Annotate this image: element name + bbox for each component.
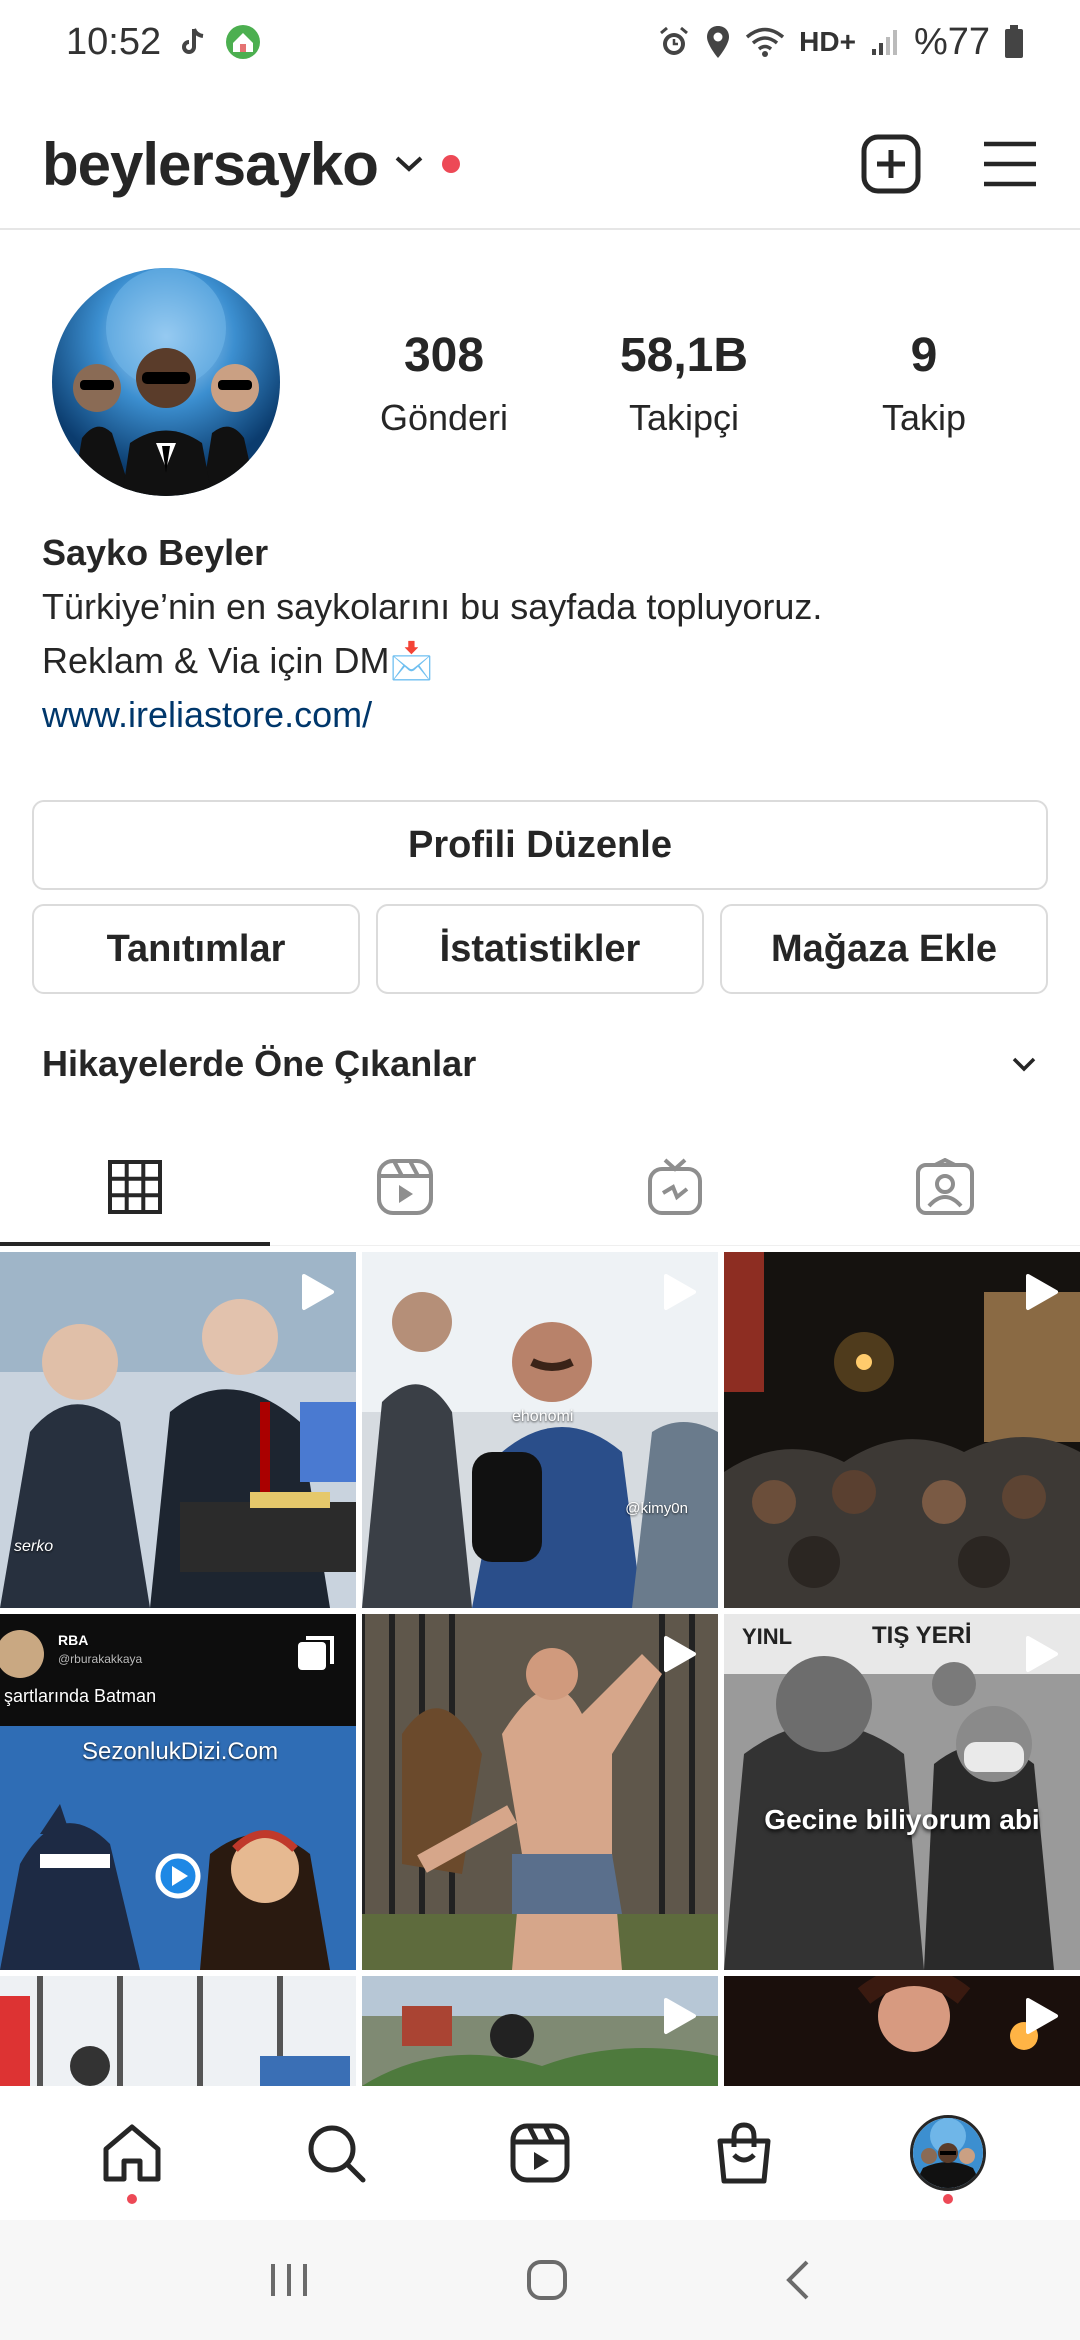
post-sign-text: TIŞ YERİ	[872, 1622, 972, 1649]
chevron-down-icon[interactable]	[394, 154, 424, 174]
grid-post[interactable]	[724, 1976, 1080, 2086]
reel-play-icon	[1026, 1998, 1058, 2034]
bio-line: Türkiye’nin en saykolarını bu sayfada to…	[42, 586, 823, 627]
home-app-icon	[225, 24, 261, 60]
tab-igtv[interactable]	[540, 1128, 810, 1245]
profile-name: Sayko Beyler	[42, 532, 269, 573]
notification-dot	[943, 2194, 953, 2204]
grid-post[interactable]: YINL TIŞ YERİ Gecine biliyorum abi	[724, 1614, 1080, 1970]
profile-avatar[interactable]	[52, 268, 280, 496]
story-highlights-toggle[interactable]: Hikayelerde Öne Çıkanlar	[42, 1036, 1038, 1092]
followers-label: Takipçi	[628, 397, 740, 438]
grid-post[interactable]: RBA @rburakakkaya şartlarında Batman Sez…	[0, 1614, 356, 1970]
grid-icon	[108, 1159, 162, 1214]
posts-grid: serko ehonomi @kimy0n RBA @rburakakkaya …	[0, 1252, 1080, 2086]
search-icon	[308, 2125, 366, 2183]
carousel-icon	[298, 1636, 334, 1670]
nav-shop[interactable]	[699, 2108, 789, 2198]
alarm-icon	[657, 25, 691, 59]
tab-tagged[interactable]	[810, 1128, 1080, 1245]
system-navigation-bar	[0, 2220, 1080, 2340]
stat-posts[interactable]: 308 Gönderi	[344, 328, 544, 439]
nav-reels[interactable]	[495, 2108, 585, 2198]
posts-count: 308	[403, 329, 485, 382]
posts-label: Gönderi	[379, 397, 509, 438]
nav-profile[interactable]	[903, 2108, 993, 2204]
profile-tabs	[0, 1128, 1080, 1246]
signal-icon	[870, 27, 900, 57]
post-caption: şartlarında Batman	[4, 1686, 157, 1706]
bio-line: Reklam & Via için DM📩	[42, 640, 435, 681]
following-label: Takip	[881, 397, 967, 438]
post-watermark: serko	[14, 1538, 54, 1555]
account-notification-dot	[441, 155, 460, 173]
post-sign-text: YINL	[742, 1624, 793, 1649]
grid-post[interactable]	[362, 1976, 718, 2086]
battery-level: %77	[913, 20, 990, 63]
recent-apps-icon[interactable]	[267, 2260, 311, 2300]
tiktok-icon	[179, 27, 207, 57]
wifi-icon	[745, 26, 785, 58]
add-shop-button[interactable]: Mağaza Ekle	[720, 904, 1048, 994]
reel-play-icon	[1026, 1636, 1058, 1672]
reels-icon	[510, 2123, 570, 2183]
post-author: RBA	[58, 1632, 89, 1648]
bottom-navigation	[0, 2086, 1080, 2220]
grid-post[interactable]	[362, 1614, 718, 1970]
profile-website-link[interactable]: www.ireliastore.com/	[42, 688, 1042, 742]
post-caption: SezonlukDizi.Com	[82, 1738, 279, 1765]
grid-post[interactable]	[724, 1252, 1080, 1608]
stat-following[interactable]: 9 Takip	[824, 328, 1024, 439]
nav-search[interactable]	[291, 2108, 381, 2198]
highlights-title: Hikayelerde Öne Çıkanlar	[42, 1043, 477, 1084]
insights-button[interactable]: İstatistikler	[376, 904, 704, 994]
nav-home[interactable]	[87, 2108, 177, 2204]
post-caption: Gecine biliyorum abi	[764, 1804, 1040, 1835]
network-type: HD+	[799, 26, 856, 57]
status-bar: 10:52 HD+ %77	[0, 0, 1080, 84]
reel-play-icon	[302, 1274, 334, 1310]
username-title[interactable]: beylersayko	[42, 130, 379, 199]
home-icon	[103, 2124, 161, 2182]
chevron-down-icon	[1012, 1057, 1036, 1072]
following-count: 9	[910, 329, 938, 382]
promotions-button[interactable]: Tanıtımlar	[32, 904, 360, 994]
profile-header: 308 Gönderi 58,1B Takipçi 9 Takip	[0, 268, 1080, 498]
reel-play-icon	[1026, 1274, 1058, 1310]
reel-play-icon	[664, 1636, 696, 1672]
new-post-icon[interactable]	[860, 133, 922, 195]
reel-play-icon	[664, 1998, 696, 2034]
shopping-bag-icon	[717, 2122, 771, 2184]
location-icon	[705, 25, 731, 59]
reels-icon	[377, 1158, 433, 1215]
post-watermark: @kimy0n	[625, 1500, 688, 1517]
tab-reels[interactable]	[270, 1128, 540, 1245]
profile-bio: Sayko Beyler Türkiye’nin en saykolarını …	[42, 526, 1042, 742]
followers-count: 58,1B	[619, 329, 749, 382]
igtv-icon	[648, 1158, 702, 1215]
battery-icon	[1004, 25, 1024, 59]
menu-icon[interactable]	[982, 140, 1038, 188]
status-time: 10:52	[66, 20, 162, 63]
edit-profile-button[interactable]: Profili Düzenle	[32, 800, 1048, 890]
notification-dot	[127, 2194, 137, 2204]
grid-post[interactable]: serko	[0, 1252, 356, 1608]
grid-post[interactable]: ehonomi @kimy0n	[362, 1252, 718, 1608]
tab-grid[interactable]	[0, 1128, 270, 1246]
stat-followers[interactable]: 58,1B Takipçi	[584, 328, 784, 439]
reel-play-icon	[664, 1274, 696, 1310]
tagged-icon	[916, 1157, 974, 1215]
post-caption: ehonomi	[512, 1408, 574, 1425]
back-icon[interactable]	[783, 2258, 813, 2302]
post-handle: @rburakakkaya	[58, 1652, 143, 1666]
avatar	[910, 2115, 986, 2191]
home-button-icon[interactable]	[525, 2258, 569, 2302]
grid-post[interactable]	[0, 1976, 356, 2086]
profile-top-bar: beylersayko	[0, 100, 1080, 230]
